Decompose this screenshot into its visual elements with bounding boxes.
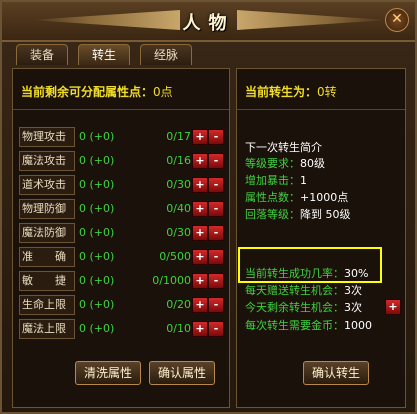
attribute-name: 物理防御	[19, 199, 75, 219]
tab-meridian[interactable]: 经脉	[140, 44, 192, 65]
decrease-button[interactable]: -	[208, 225, 224, 241]
attribute-name: 道术攻击	[19, 175, 75, 195]
add-chance-button[interactable]: +	[385, 299, 401, 315]
daily-label: 每天赠送转生机会：	[245, 284, 344, 297]
rebirth-header: 当前转生为：0转	[245, 83, 337, 100]
points-label: 当前剩余可分配属性点：	[21, 85, 154, 99]
character-window: 人物 ✕ 装备 转生 经脉 当前剩余可分配属性点：0点 物理攻击 0 (+0) 0/…	[0, 0, 417, 414]
rebirth-panel: 当前转生为：0转 下一次转生简介 等级要求：80级 增加暴击：1 属性点数：+1…	[236, 68, 406, 408]
attribute-name: 物理攻击	[19, 127, 75, 147]
cost-label: 每次转生需要金币：	[245, 319, 344, 332]
decrease-button[interactable]: -	[208, 273, 224, 289]
attribute-row: 物理防御 0 (+0) 0/40 + -	[19, 199, 225, 219]
attribute-row: 物理攻击 0 (+0) 0/17 + -	[19, 127, 225, 147]
fallback-label: 回落等级：	[245, 208, 300, 221]
attribute-row: 生命上限 0 (+0) 0/20 + -	[19, 295, 225, 315]
decrease-button[interactable]: -	[208, 129, 224, 145]
daily-chances: 每天赠送转生机会：3次	[245, 282, 362, 298]
fallback-value: 降到 50级	[300, 208, 351, 221]
close-button[interactable]: ✕	[385, 8, 409, 32]
increase-button[interactable]: +	[192, 273, 208, 289]
increase-button[interactable]: +	[192, 177, 208, 193]
next-rebirth-title: 下一次转生简介	[245, 141, 322, 154]
attribute-current: 0 (+0)	[79, 298, 115, 311]
attribute-max: 0/10	[166, 322, 191, 335]
remaining-value: 3次	[344, 301, 362, 314]
increase-button[interactable]: +	[192, 321, 208, 337]
attribute-row: 道术攻击 0 (+0) 0/30 + -	[19, 175, 225, 195]
attribute-name: 魔法攻击	[19, 151, 75, 171]
attribute-name: 魔法防御	[19, 223, 75, 243]
increase-button[interactable]: +	[192, 297, 208, 313]
rebirth-value: 0转	[317, 85, 337, 99]
level-requirement: 等级要求：80级	[245, 155, 325, 171]
divider	[237, 109, 405, 110]
level-req-label: 等级要求：	[245, 157, 300, 170]
attribute-name: 敏 捷	[19, 271, 75, 291]
attribute-max: 0/17	[166, 130, 191, 143]
attribute-current: 0 (+0)	[79, 202, 115, 215]
attribute-panel: 当前剩余可分配属性点：0点 物理攻击 0 (+0) 0/17 + - 魔法攻击 0 (+0)…	[12, 68, 230, 408]
decrease-button[interactable]: -	[208, 249, 224, 265]
divider	[13, 109, 229, 110]
decrease-button[interactable]: -	[208, 321, 224, 337]
rebirth-label: 当前转生为：	[245, 85, 318, 99]
fallback-level: 回落等级：降到 50级	[245, 206, 351, 222]
attribute-row: 魔法攻击 0 (+0) 0/16 + -	[19, 151, 225, 171]
decrease-button[interactable]: -	[208, 153, 224, 169]
attribute-row: 魔法上限 0 (+0) 0/10 + -	[19, 319, 225, 339]
increase-button[interactable]: +	[192, 201, 208, 217]
attribute-name: 准 确	[19, 247, 75, 267]
attribute-current: 0 (+0)	[79, 322, 115, 335]
crit-label: 增加暴击：	[245, 174, 300, 187]
crit-bonus: 增加暴击：1	[245, 172, 307, 188]
attribute-max: 0/1000	[152, 274, 191, 287]
confirm-attributes-button[interactable]: 确认属性	[149, 361, 216, 385]
attribute-current: 0 (+0)	[79, 154, 115, 167]
attribute-current: 0 (+0)	[79, 130, 115, 143]
reset-attributes-button[interactable]: 清洗属性	[75, 361, 142, 385]
attribute-current: 0 (+0)	[79, 178, 115, 191]
title-bar[interactable]: 人物 ✕	[2, 2, 415, 42]
gold-cost: 每次转生需要金币：1000	[245, 317, 372, 333]
decrease-button[interactable]: -	[208, 297, 224, 313]
increase-button[interactable]: +	[192, 153, 208, 169]
decrease-button[interactable]: -	[208, 177, 224, 193]
increase-button[interactable]: +	[192, 129, 208, 145]
attribute-current: 0 (+0)	[79, 274, 115, 287]
attribute-name: 生命上限	[19, 295, 75, 315]
attribute-max: 0/40	[166, 202, 191, 215]
attribute-max: 0/30	[166, 226, 191, 239]
attribute-max: 0/30	[166, 178, 191, 191]
success-rate-highlight	[238, 247, 382, 283]
points-header: 当前剩余可分配属性点：0点	[21, 83, 173, 100]
attribute-points: 属性点数：+1000点	[245, 189, 348, 205]
points-label: 属性点数：	[245, 191, 300, 204]
attribute-max: 0/16	[166, 154, 191, 167]
level-req-value: 80级	[300, 157, 325, 170]
increase-button[interactable]: +	[192, 225, 208, 241]
remaining-chances: 今天剩余转生机会：3次	[245, 299, 362, 315]
points-value: 0点	[153, 85, 173, 99]
attribute-max: 0/500	[159, 250, 191, 263]
crit-value: 1	[300, 174, 307, 187]
window-title: 人物	[182, 13, 235, 34]
attribute-current: 0 (+0)	[79, 226, 115, 239]
attribute-row: 魔法防御 0 (+0) 0/30 + -	[19, 223, 225, 243]
increase-button[interactable]: +	[192, 249, 208, 265]
tab-equipment[interactable]: 装备	[16, 44, 68, 65]
attribute-row: 准 确 0 (+0) 0/500 + -	[19, 247, 225, 267]
attribute-name: 魔法上限	[19, 319, 75, 339]
cost-value: 1000	[344, 319, 372, 332]
points-value: +1000点	[300, 191, 349, 204]
daily-value: 3次	[344, 284, 362, 297]
attribute-max: 0/20	[166, 298, 191, 311]
attribute-current: 0 (+0)	[79, 250, 115, 263]
decrease-button[interactable]: -	[208, 201, 224, 217]
confirm-rebirth-button[interactable]: 确认转生	[303, 361, 370, 385]
tab-rebirth[interactable]: 转生	[78, 44, 130, 65]
remaining-label: 今天剩余转生机会：	[245, 301, 344, 314]
attribute-row: 敏 捷 0 (+0) 0/1000 + -	[19, 271, 225, 291]
